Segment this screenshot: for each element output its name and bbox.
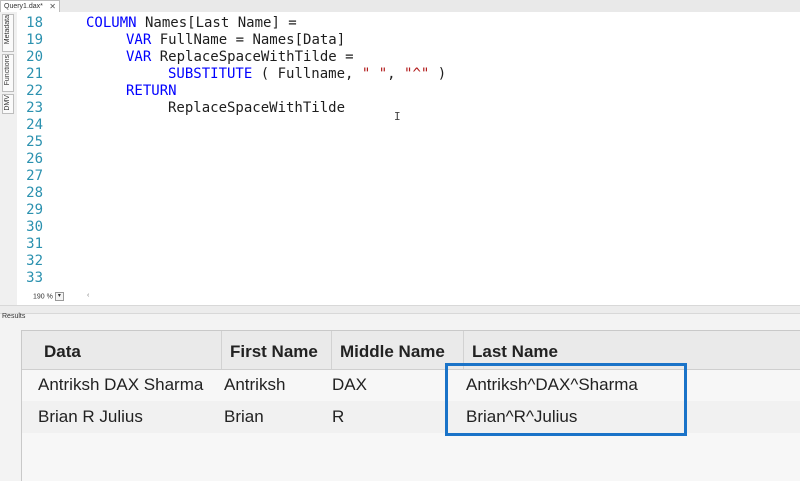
code-line-20[interactable]: VAR ReplaceSpaceWithTilde = [126, 49, 354, 66]
code-line-21[interactable]: SUBSTITUTE ( Fullname, " ", "^" ) [168, 66, 446, 83]
code-line-22[interactable]: RETURN [126, 83, 177, 100]
keyword: VAR [126, 32, 152, 48]
text-cursor-icon: I [394, 110, 401, 123]
line-number: 33 [26, 270, 43, 286]
tab-dmv-label: DMV [4, 95, 11, 111]
scroll-left-icon[interactable]: ‹ [87, 292, 89, 299]
function-name: SUBSTITUTE [168, 66, 253, 82]
code-line-23[interactable]: ReplaceSpaceWithTilde [168, 100, 345, 117]
tab-metadata-label: Metadata [4, 15, 11, 45]
close-icon[interactable]: ✕ [49, 1, 56, 12]
line-number: 20 [26, 49, 43, 65]
cell-middle-name: DAX [332, 375, 367, 394]
line-number: 22 [26, 83, 43, 99]
side-panel-tabs: Metadata Functions DMV [0, 12, 18, 312]
line-number: 28 [26, 185, 43, 201]
line-number: 26 [26, 151, 43, 167]
code-text: , [387, 66, 405, 82]
query-editor[interactable]: 18 19 20 21 22 23 24 25 26 27 28 29 30 3… [17, 12, 800, 305]
zoom-level: 190 % [33, 293, 53, 301]
chevron-down-icon[interactable]: ▾ [54, 292, 64, 301]
line-number-gutter: 18 19 20 21 22 23 24 25 26 27 28 29 30 3… [17, 12, 46, 292]
line-number: 30 [26, 219, 43, 235]
line-number: 25 [26, 134, 43, 150]
column-header-first-name[interactable]: First Name [222, 331, 332, 369]
code-text: ReplaceSpaceWithTilde = [151, 49, 354, 65]
code-text: ( Fullname, [252, 66, 362, 82]
tab-query1[interactable]: Query1.dax* ✕ [0, 0, 60, 12]
line-number: 27 [26, 168, 43, 184]
code-text: ) [429, 66, 447, 82]
cell-first-name: Antriksh [224, 375, 286, 394]
line-number: 19 [26, 32, 43, 48]
cell-data: Brian R Julius [38, 407, 143, 426]
line-number: 31 [26, 236, 43, 252]
line-number: 29 [26, 202, 43, 218]
zoom-control[interactable]: 190 % ▾ [33, 292, 64, 301]
keyword: RETURN [126, 83, 177, 99]
code-text: Names[Last Name] = [136, 15, 297, 31]
code-text: ReplaceSpaceWithTilde [168, 100, 346, 116]
column-header-data[interactable]: Data [36, 331, 222, 369]
cell-first-name: Brian [224, 407, 264, 426]
tab-dmv[interactable]: DMV [2, 94, 14, 114]
code-line-19[interactable]: VAR FullName = Names[Data] [126, 32, 345, 49]
results-label: Results [2, 313, 26, 320]
tab-metadata[interactable]: Metadata [2, 14, 14, 52]
line-number: 23 [26, 100, 43, 116]
tab-functions[interactable]: Functions [2, 54, 14, 92]
code-line-18[interactable]: COLUMN Names[Last Name] = [86, 15, 297, 32]
cell-data: Antriksh DAX Sharma [38, 375, 204, 394]
line-number: 32 [26, 253, 43, 269]
string-literal: "^" [404, 66, 430, 82]
line-number: 24 [26, 117, 43, 133]
tab-functions-label: Functions [4, 55, 11, 86]
string-literal: " " [361, 66, 388, 82]
keyword: VAR [126, 49, 152, 65]
cell-middle-name: R [332, 407, 345, 426]
highlight-box [445, 363, 687, 436]
code-text: FullName = Names[Data] [151, 32, 346, 48]
tab-title: Query1.dax* [4, 3, 43, 10]
pane-splitter[interactable] [0, 305, 800, 314]
line-number: 21 [26, 66, 43, 82]
keyword: COLUMN [86, 15, 137, 31]
line-number: 18 [26, 15, 43, 31]
